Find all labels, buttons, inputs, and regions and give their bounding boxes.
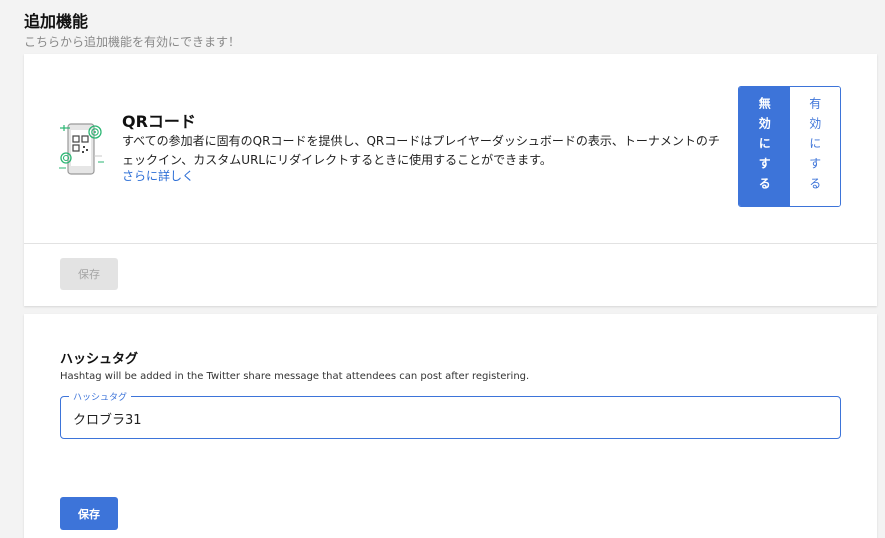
enable-toggle-button[interactable]: 有効にする xyxy=(789,87,840,206)
qr-feature-title: QRコード xyxy=(122,112,196,131)
hashtag-help-text: Hashtag will be added in the Twitter sha… xyxy=(60,371,530,382)
card-divider xyxy=(24,243,877,244)
disable-toggle-button[interactable]: 無効にする xyxy=(739,87,790,206)
page: 追加機能 こちらから追加機能を有効にできます！ QRコード すべての参加者に固有… xyxy=(0,0,885,538)
page-subtitle: こちらから追加機能を有効にできます！ xyxy=(24,35,241,49)
learn-more-link[interactable]: さらに詳しく xyxy=(122,167,194,184)
qr-save-button[interactable]: 保存 xyxy=(60,258,118,290)
hashtag-save-button[interactable]: 保存 xyxy=(60,497,118,530)
qr-toggle-group: 無効にする 有効にする xyxy=(738,86,841,207)
qr-feature-description: すべての参加者に固有のQRコードを提供し、QRコードはプレイヤーダッシュボードの… xyxy=(122,134,720,167)
hashtag-card: ハッシュタグ Hashtag will be added in the Twit… xyxy=(24,314,877,538)
hashtag-field: ハッシュタグ xyxy=(60,390,841,439)
hashtag-field-label: ハッシュタグ xyxy=(69,390,132,403)
hashtag-title: ハッシュタグ xyxy=(60,352,139,367)
hashtag-input[interactable] xyxy=(73,409,813,427)
qr-phone-illustration-icon xyxy=(59,123,104,175)
page-title: 追加機能 xyxy=(24,12,89,31)
qr-feature-card: QRコード すべての参加者に固有のQRコードを提供し、QRコードはプレイヤーダッ… xyxy=(24,54,877,306)
